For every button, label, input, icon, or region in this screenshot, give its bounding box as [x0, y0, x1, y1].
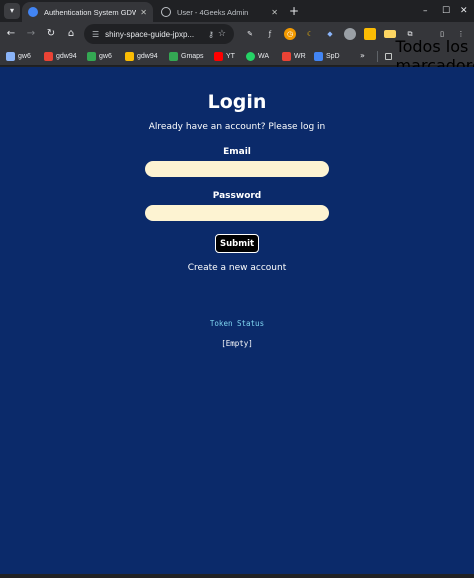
bookmark-item[interactable]: WR [282, 49, 306, 63]
page-title: Login [207, 91, 267, 113]
tab-close-icon[interactable]: ✕ [140, 8, 147, 17]
home-icon[interactable]: ⌂ [64, 26, 78, 42]
more-bookmarks-chevron-icon[interactable]: » [360, 49, 365, 63]
address-bar[interactable]: ☰ shiny-space-guide-jpxp... ⚷ ☆ [84, 24, 234, 44]
tab-strip: ▾ Authentication System GDW ✕ User - 4Ge… [0, 0, 474, 22]
bookmark-favicon-icon [246, 51, 255, 61]
moon-extension-icon[interactable]: ☾ [304, 28, 316, 40]
tab-title: Authentication System GDW [44, 7, 137, 17]
submit-button[interactable]: Submit [215, 234, 259, 253]
note-extension-icon[interactable] [364, 28, 376, 40]
tab-authentication-system[interactable]: Authentication System GDW ✕ [22, 2, 153, 22]
bookmark-item[interactable]: gdw94 [44, 49, 77, 63]
window-bottom-border [0, 574, 474, 578]
diamond-extension-icon[interactable]: ◆ [324, 28, 336, 40]
bookmark-item[interactable]: YT [214, 49, 235, 63]
page-viewport: Login Already have an account? Please lo… [0, 67, 474, 574]
email-input[interactable] [145, 161, 329, 177]
folder-icon [385, 52, 392, 60]
bookmarks-divider [377, 51, 378, 62]
bookmark-favicon-icon [169, 51, 178, 61]
token-status-value: [Empty] [221, 339, 253, 348]
all-bookmarks-button[interactable]: Todos los marcadores [385, 37, 474, 75]
email-label: Email [223, 147, 251, 157]
bookmark-item[interactable]: SpD [314, 49, 340, 63]
create-account-link[interactable]: Create a new account [0, 263, 474, 273]
url-text: shiny-space-guide-jpxp... [105, 29, 195, 39]
bookmark-item[interactable]: WA [246, 49, 269, 63]
password-label: Password [212, 191, 262, 201]
new-tab-button[interactable]: + [289, 3, 299, 19]
minimize-button[interactable]: – [423, 4, 428, 18]
ticket-extension-icon[interactable] [384, 30, 396, 38]
bookmarks-bar: gw6 gdw94 gw6 gdw94 Gmaps YT WA WR SpD »… [0, 37, 474, 75]
bookmark-favicon-icon [125, 51, 134, 61]
bookmark-item[interactable]: gw6 [87, 49, 112, 63]
bookmark-item[interactable]: gw6 [6, 49, 31, 63]
tab-search-menu-icon[interactable]: ▾ [4, 3, 20, 19]
bookmark-favicon-icon [6, 51, 15, 61]
circle-extension-icon[interactable] [344, 28, 356, 40]
maximize-button[interactable]: ☐ [442, 4, 450, 18]
password-key-icon[interactable]: ⚷ [208, 30, 214, 39]
bookmark-favicon-icon [314, 51, 323, 61]
tab-user-admin[interactable]: User - 4Geeks Admin ✕ [155, 2, 284, 22]
globe-favicon-icon [161, 7, 171, 17]
site-settings-icon[interactable]: ☰ [92, 30, 99, 39]
bookmark-star-icon[interactable]: ☆ [218, 29, 226, 39]
bookmark-favicon-icon [87, 51, 96, 61]
forward-arrow-icon[interactable]: → [24, 26, 38, 42]
login-subtitle: Already have an account? Please log in [148, 122, 326, 132]
password-input[interactable] [145, 205, 329, 221]
bookmark-favicon-icon [214, 51, 223, 61]
bookmark-item[interactable]: Gmaps [169, 49, 204, 63]
reload-icon[interactable]: ↻ [44, 26, 58, 42]
tab-title: User - 4Geeks Admin [177, 7, 249, 17]
bookmark-item[interactable]: gdw94 [125, 49, 158, 63]
back-arrow-icon[interactable]: ← [4, 26, 18, 42]
globe-favicon-icon [28, 7, 38, 17]
bookmark-favicon-icon [282, 51, 291, 61]
tab-close-icon[interactable]: ✕ [271, 8, 278, 17]
pen-extension-icon[interactable]: ✎ [244, 28, 256, 40]
bookmark-favicon-icon [44, 51, 53, 61]
close-window-button[interactable]: ✕ [460, 4, 468, 18]
function-extension-icon[interactable]: ƒ [264, 28, 276, 40]
clock-extension-icon[interactable]: ◷ [284, 28, 296, 40]
token-status-label: Token Status [209, 319, 265, 328]
